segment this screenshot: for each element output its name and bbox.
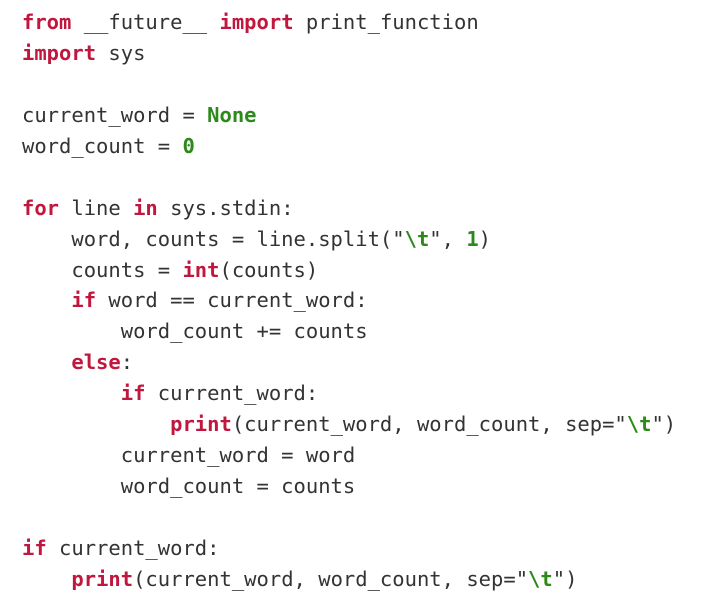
code-line: word_count += counts [22, 316, 676, 347]
text-token: ) [478, 226, 492, 251]
keyword-token: else [71, 350, 121, 375]
keyword-token: if [71, 288, 97, 313]
text-token: ", [429, 226, 467, 251]
keyword-token: import [219, 10, 294, 34]
code-line: else: [22, 347, 676, 378]
text-token: (current_word, word_count, sep=" [133, 566, 529, 591]
code-line: word_count = counts [22, 471, 676, 502]
literal-token: 1 [466, 226, 479, 251]
keyword-token: if [22, 535, 47, 560]
keyword-token: for [22, 195, 60, 220]
code-line: word, counts = line.split("\t", 1) [22, 224, 676, 255]
code-line: if current_word: [22, 378, 676, 409]
text-token: sys.stdin: [157, 195, 294, 220]
escape-token: \t [626, 412, 652, 437]
keyword-token: int [182, 257, 220, 282]
literal-token: None [207, 102, 257, 127]
code-line: counts = int(counts) [22, 255, 676, 286]
code-line: print(current_word, word_count, sep="\t"… [22, 564, 676, 595]
text-token: sys [96, 40, 146, 65]
text-token: print_function [293, 10, 479, 34]
text-token: ") [552, 566, 578, 591]
text-token: word == current_word: [96, 288, 368, 313]
text-token: current_word: [46, 535, 220, 560]
code-line: current_word = word [22, 440, 676, 471]
code-block: from __future__ import print_function imp… [22, 7, 676, 595]
text-token: ") [651, 412, 677, 437]
code-line: print(current_word, word_count, sep="\t"… [22, 409, 676, 440]
text-token: (counts) [219, 257, 319, 282]
text-token: current_word: [145, 381, 319, 406]
escape-token: \t [404, 226, 430, 251]
code-line: if current_word: [22, 533, 676, 564]
keyword-token: if [120, 381, 146, 406]
code-line: for line in sys.stdin: [22, 193, 676, 224]
text-token: word_count = counts [22, 474, 356, 499]
keyword-token: print [170, 412, 232, 437]
keyword-token: from [22, 10, 72, 34]
text-token: current_word = [22, 102, 208, 127]
text-token: word_count += counts [22, 319, 368, 344]
text-token: current_word = word [22, 443, 356, 468]
text-token: line [59, 195, 134, 220]
code-line: if word == current_word: [22, 285, 676, 316]
text-token: : [120, 350, 134, 375]
text-token: __future__ [71, 10, 220, 34]
text-token: word_count = [22, 133, 183, 158]
code-line: current_word = None [22, 100, 676, 131]
code-line: import sys [22, 38, 676, 69]
code-line: word_count = 0 [22, 131, 676, 162]
keyword-token: import [22, 40, 97, 65]
code-line: from __future__ import print_function [22, 7, 676, 38]
keyword-token: print [71, 566, 134, 591]
literal-token: 0 [182, 133, 195, 158]
text-token: word, counts = line.split(" [22, 226, 405, 251]
text-token: counts = [22, 257, 183, 282]
keyword-token: in [133, 195, 158, 220]
escape-token: \t [528, 566, 553, 591]
text-token: (current_word, word_count, sep=" [231, 412, 627, 437]
